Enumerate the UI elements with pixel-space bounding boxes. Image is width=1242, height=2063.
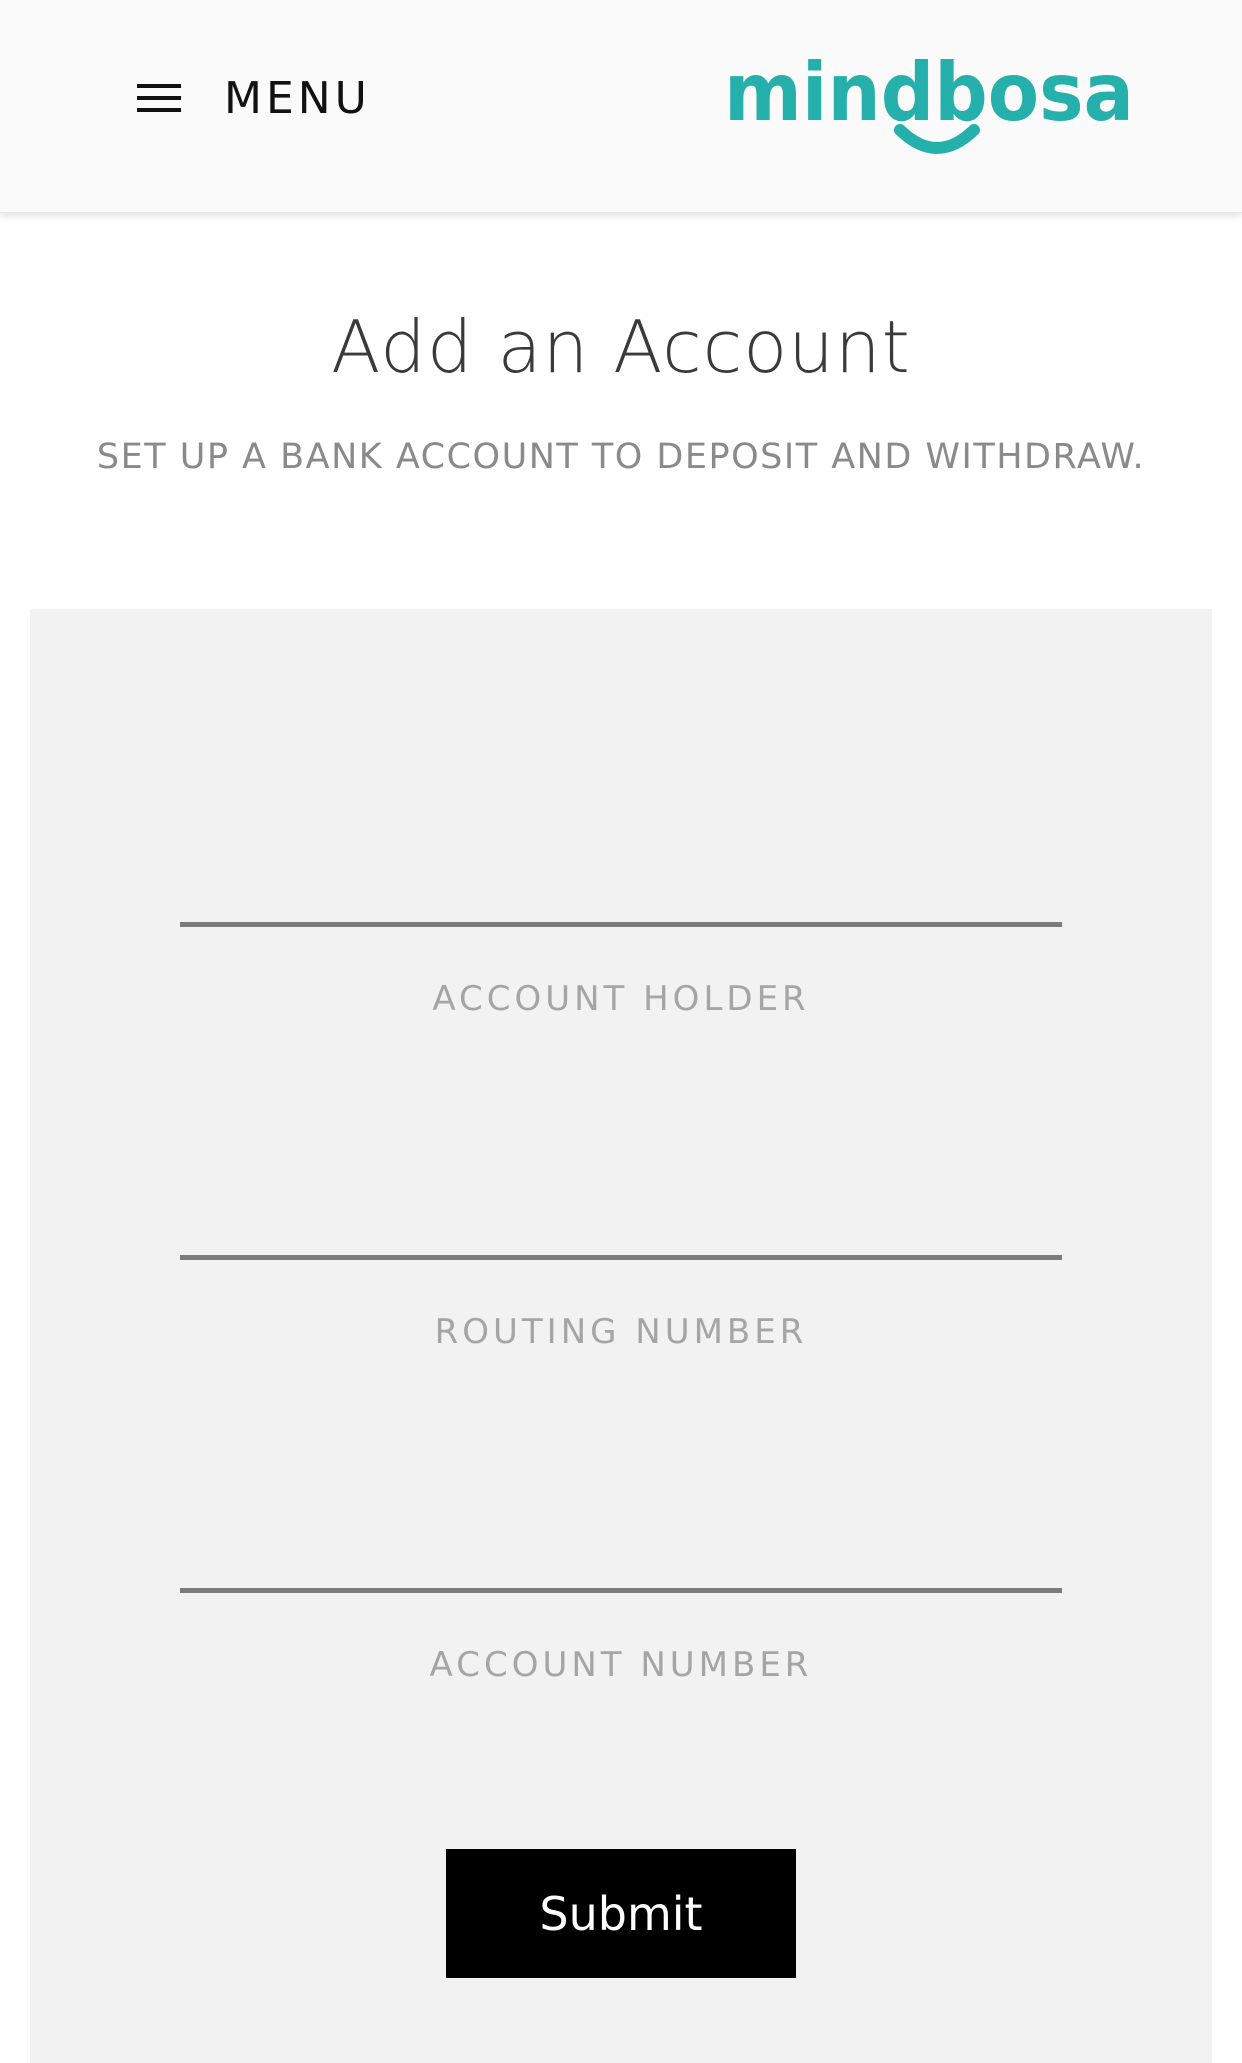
add-account-form: ACCOUNT HOLDER ROUTING NUMBER ACCOUNT NU…	[30, 609, 1212, 2063]
menu-label[interactable]: MENU	[224, 73, 371, 124]
page-subtitle: SET UP A BANK ACCOUNT TO DEPOSIT AND WIT…	[96, 437, 1146, 477]
account-number-input[interactable]	[180, 1475, 1062, 1593]
routing-number-label: ROUTING NUMBER	[434, 1312, 808, 1352]
account-holder-label: ACCOUNT HOLDER	[432, 979, 810, 1019]
routing-number-field: ROUTING NUMBER	[180, 1142, 1062, 1352]
account-holder-field: ACCOUNT HOLDER	[180, 809, 1062, 1019]
mindbosa-logo[interactable]: mindbosa	[722, 38, 1142, 168]
account-holder-input[interactable]	[180, 809, 1062, 927]
submit-button[interactable]: Submit	[446, 1849, 796, 1978]
routing-number-input[interactable]	[180, 1142, 1062, 1260]
account-number-field: ACCOUNT NUMBER	[180, 1475, 1062, 1685]
account-number-label: ACCOUNT NUMBER	[429, 1645, 813, 1685]
menu-button[interactable]: MENU	[130, 60, 371, 136]
top-header: MENU mindbosa	[0, 0, 1242, 213]
logo-text: mindbosa	[724, 46, 1134, 139]
page-title: Add an Account	[331, 305, 911, 389]
hamburger-icon[interactable]	[130, 80, 181, 116]
